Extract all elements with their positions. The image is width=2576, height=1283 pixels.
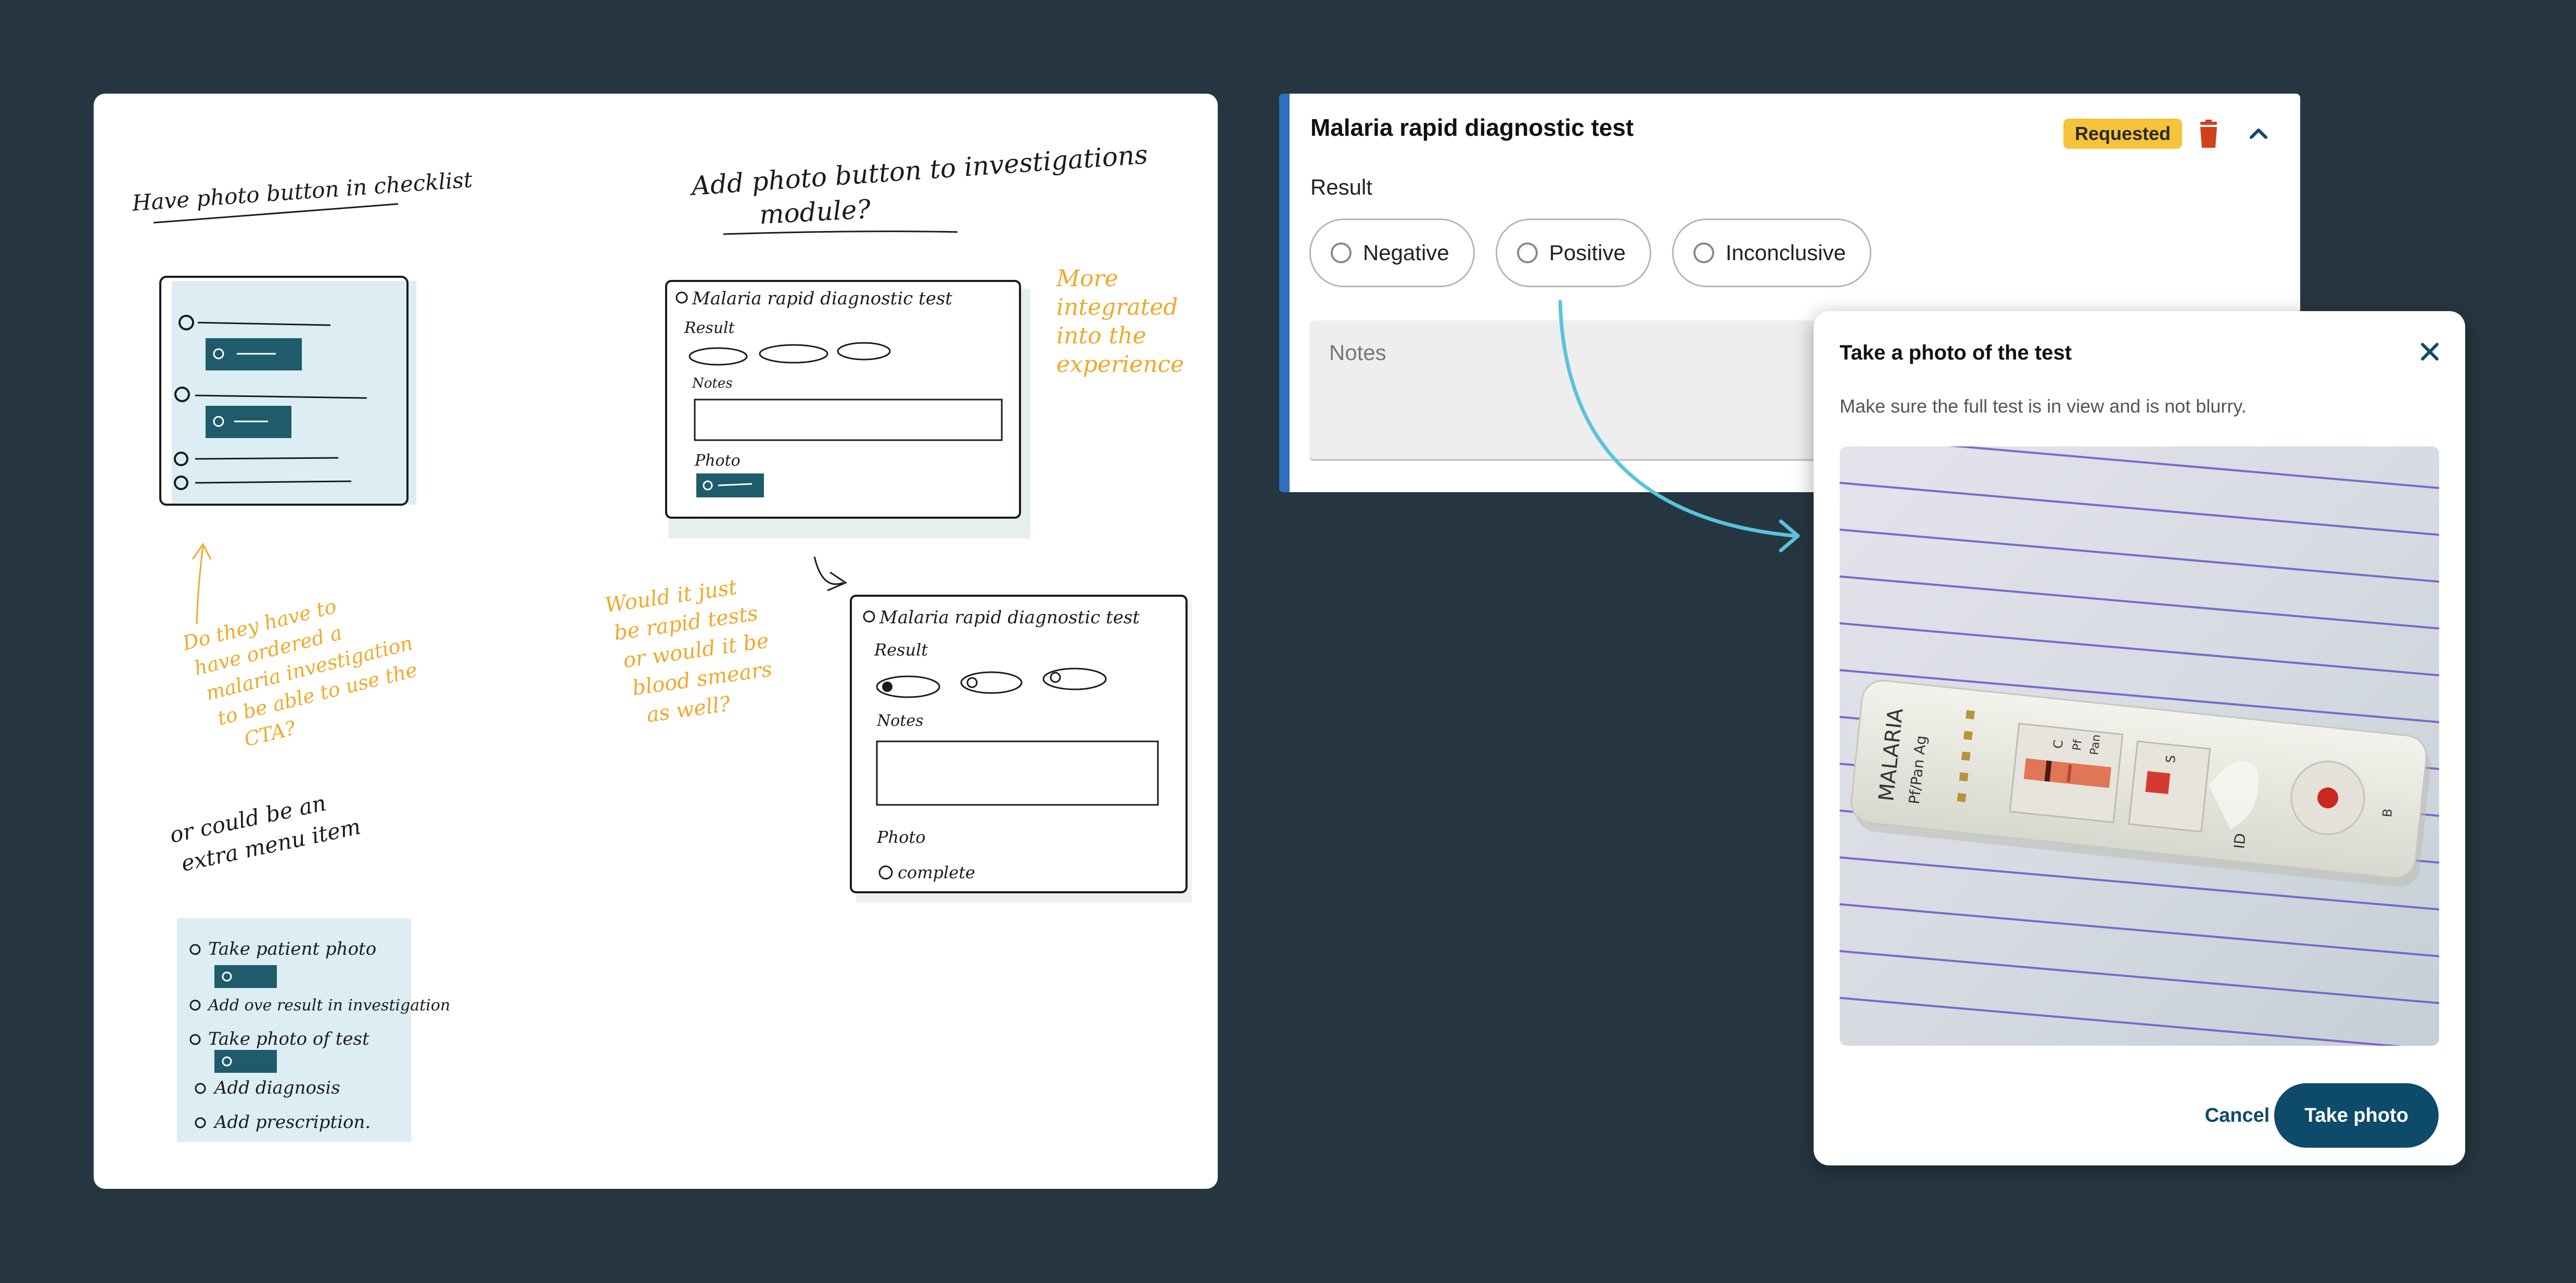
sketch-note-integrated: More integrated into the experience <box>1056 265 1185 378</box>
test-photo-image: MALARIA Pf/Pan Ag C Pf Pan S ID B <box>1840 446 2439 1046</box>
sketch-drawing: Have photo button in checklist Add photo… <box>131 139 1192 1142</box>
photo-modal: Take a photo of the test Make sure the f… <box>1814 311 2465 1165</box>
svg-text:Take photo of test: Take photo of test <box>208 1029 369 1049</box>
svg-text:Pf: Pf <box>2071 738 2085 751</box>
svg-text:C: C <box>2050 739 2066 750</box>
svg-text:Notes: Notes <box>692 376 733 391</box>
option-label: Negative <box>1363 240 1449 265</box>
chevron-up-icon[interactable] <box>2246 119 2271 148</box>
svg-text:Malaria rapid diagnostic test: Malaria rapid diagnostic test <box>692 288 952 309</box>
sketch-note-menu: or could be an extra menu item <box>168 784 363 878</box>
svg-text:ID: ID <box>2230 832 2249 850</box>
result-options: Negative Positive Inconclusive <box>1309 219 1871 287</box>
svg-text:Notes: Notes <box>876 712 924 730</box>
sketch-note-rapid: Would it just be rapid tests or would it… <box>603 571 785 731</box>
card-accent-bar <box>1279 94 1290 492</box>
svg-text:Result: Result <box>684 319 735 337</box>
svg-text:Pan: Pan <box>2088 734 2103 755</box>
radio-icon <box>1693 242 1714 263</box>
svg-text:Malaria rapid diagnostic test: Malaria rapid diagnostic test <box>879 607 1140 628</box>
option-positive[interactable]: Positive <box>1495 219 1651 287</box>
take-photo-button[interactable]: Take photo <box>2274 1083 2439 1148</box>
svg-text:Add diagnosis: Add diagnosis <box>213 1077 340 1098</box>
svg-text:Photo: Photo <box>694 452 741 470</box>
svg-text:Add ove result in investigatio: Add ove result in investigation <box>207 996 450 1015</box>
notes-placeholder: Notes <box>1329 340 1386 365</box>
radio-icon <box>1331 242 1351 263</box>
svg-text:Take patient photo: Take patient photo <box>208 939 376 959</box>
svg-text:complete: complete <box>898 863 975 882</box>
svg-text:B: B <box>2380 808 2395 818</box>
modal-title: Take a photo of the test <box>1840 341 2072 364</box>
radio-icon <box>1516 242 1538 263</box>
modal-description: Make sure the full test is in view and i… <box>1840 395 2247 417</box>
trash-icon[interactable] <box>2196 120 2221 149</box>
sketch-heading-center-2: module? <box>759 194 872 230</box>
test-photo: MALARIA Pf/Pan Ag C Pf Pan S ID B <box>1840 446 2439 1046</box>
status-badge: Requested <box>2063 119 2183 149</box>
sketch-board: Have photo button in checklist Add photo… <box>94 94 1218 1189</box>
svg-text:Add prescription.: Add prescription. <box>213 1112 371 1133</box>
svg-text:Result: Result <box>874 640 928 660</box>
option-inconclusive[interactable]: Inconclusive <box>1672 219 1871 287</box>
svg-text:Photo: Photo <box>876 827 926 847</box>
option-negative[interactable]: Negative <box>1309 219 1475 287</box>
option-label: Positive <box>1549 240 1626 265</box>
close-icon[interactable] <box>2416 338 2443 365</box>
sketch-heading-center: Add photo button to investigations <box>688 139 1149 201</box>
sketch-heading-left: Have photo button in checklist <box>131 166 473 216</box>
result-label: Result <box>1310 175 1373 199</box>
sketch-note-ordered: Do they have to have ordered a malaria i… <box>180 578 435 760</box>
svg-text:S: S <box>2163 754 2178 764</box>
option-label: Inconclusive <box>1725 240 1846 265</box>
card-title: Malaria rapid diagnostic test <box>1310 114 1634 141</box>
